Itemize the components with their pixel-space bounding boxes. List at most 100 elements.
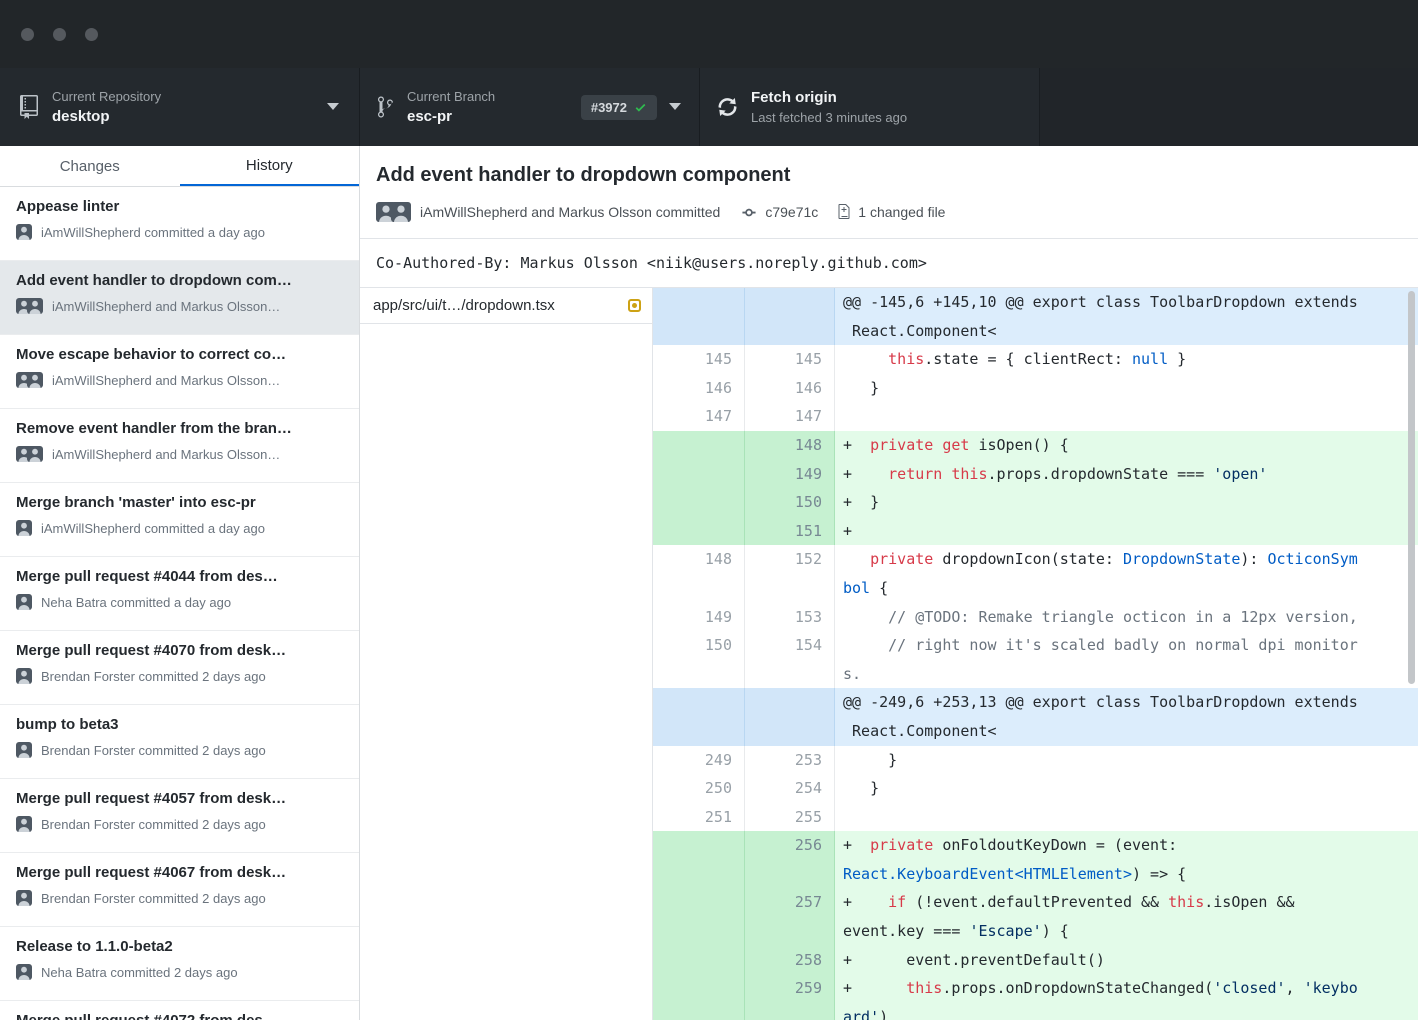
commit-description: Co-Authored-By: Markus Olsson <niik@user… [360,239,1418,288]
commit-list-item[interactable]: Release to 1.1.0-beta2Neha Batra committ… [0,927,359,1001]
old-line-number: 146 [653,374,745,403]
tab-history[interactable]: History [180,146,360,186]
commit-avatars [16,298,43,314]
chevron-down-icon [327,103,339,111]
commit-list-item[interactable]: Merge pull request #4057 from desk…Brend… [0,779,359,853]
code-token: this [1168,893,1204,911]
code-line: + [835,517,1418,546]
diff-line-row: 148+ private get isOpen() { [653,431,1418,460]
commit-title: Remove event handler from the bran… [16,420,343,437]
commit-meta-text: Brendan Forster committed 2 days ago [41,669,266,684]
code-token: React.KeyboardEvent<HTMLElement> [843,865,1132,883]
commit-title: Merge pull request #4044 from des… [16,568,343,585]
old-line-number: 148 [653,545,745,602]
code-line: + this.props.onDropdownStateChanged('clo… [835,974,1418,1020]
commit-list: Appease linteriAmWillShepherd committed … [0,187,359,1020]
commit-list-item[interactable]: Merge branch 'master' into esc-priAmWill… [0,483,359,557]
code-token: if [888,893,906,911]
new-line-number: 259 [745,974,835,1020]
commit-list-item[interactable]: Move escape behavior to correct co…iAmWi… [0,335,359,409]
code-token: + [843,836,870,854]
commit-summary-title: Add event handler to dropdown component [376,162,1402,188]
code-token: this [906,979,942,997]
pull-request-badge[interactable]: #3972 [581,95,657,120]
new-line-number: 256 [745,831,835,888]
avatar [16,224,32,240]
code-token: return [888,465,942,483]
code-token [843,608,888,626]
commit-meta-text: iAmWillShepherd and Markus Olsson… [52,447,280,462]
new-line-number: 149 [745,460,835,489]
code-token [843,636,888,654]
commit-list-item[interactable]: Merge pull request #4072 from des… [0,1001,359,1020]
check-icon [634,101,647,114]
commit-meta-text: Neha Batra committed 2 days ago [41,965,238,980]
commit-byline: iAmWillShepherd and Markus Olsson commit… [420,204,720,220]
code-line [835,402,1418,431]
code-token: } [843,779,879,797]
commit-list-item[interactable]: Remove event handler from the bran… iAmWi… [0,409,359,483]
commit-avatars [16,372,43,388]
scrollbar-thumb[interactable] [1408,291,1415,684]
diff-line-row: 249253 } [653,746,1418,775]
commit-list-item[interactable]: Merge pull request #4070 from desk…Brend… [0,631,359,705]
code-line: + private onFoldoutKeyDown = (event: Rea… [835,831,1418,888]
hunk-header-text: @@ -249,6 +253,13 @@ export class Toolba… [835,688,1418,745]
new-line-number [745,688,835,745]
titlebar [0,0,1418,68]
code-token [843,550,870,568]
changed-file-list: app/src/ui/t…/dropdown.tsx [360,288,653,1020]
commit-avatars [16,742,32,758]
commit-list-item[interactable]: Merge pull request #4044 from des… Neha B… [0,557,359,631]
old-line-number [653,946,745,975]
code-token: .props.dropdownState === [988,465,1214,483]
maximize-window-button[interactable] [85,28,98,41]
changed-files-count: 1 changed file [858,204,945,220]
commit-list-item[interactable]: Merge pull request #4067 from desk…Brend… [0,853,359,927]
old-line-number [653,888,745,945]
code-line: // right now it's scaled badly on normal… [835,631,1418,688]
code-token: } [843,751,897,769]
code-token [843,350,888,368]
code-token: 'closed' [1213,979,1285,997]
tab-changes[interactable]: Changes [0,146,180,186]
commit-sha-group: c79e71c [740,204,818,220]
diff-line-row: 251255 [653,803,1418,832]
chevron-down-icon [669,103,681,111]
commit-avatars [16,668,32,684]
code-token: + } [843,493,879,511]
git-branch-icon [378,95,393,119]
diff-rows: @@ -145,6 +145,10 @@ export class Toolba… [653,288,1418,1020]
commit-title: Appease linter [16,198,343,215]
commit-meta-row: iAmWillShepherd and Markus Olsson commit… [376,202,1402,222]
fetch-origin-button[interactable]: Fetch origin Last fetched 3 minutes ago [700,68,1040,146]
commit-title: bump to beta3 [16,716,343,733]
diff-hunk-row: @@ -249,6 +253,13 @@ export class Toolba… [653,688,1418,745]
code-token: { [870,579,888,597]
minimize-window-button[interactable] [53,28,66,41]
code-token: (!event.defaultPrevented && [906,893,1168,911]
commit-list-item[interactable]: Appease linteriAmWillShepherd committed … [0,187,359,261]
commit-meta-text: Neha Batra committed a day ago [41,595,231,610]
repository-dropdown-button[interactable]: Current Repository desktop [0,68,360,146]
diff-line-row: 151+ [653,517,1418,546]
avatar [16,668,32,684]
code-token: // right now it's scaled badly on normal… [843,636,1358,683]
new-line-number: 151 [745,517,835,546]
avatar [27,372,43,388]
diff-hunk-row: @@ -145,6 +145,10 @@ export class Toolba… [653,288,1418,345]
diff-line-row: 257+ if (!event.defaultPrevented && this… [653,888,1418,945]
commit-list-item[interactable]: bump to beta3Brendan Forster committed 2… [0,705,359,779]
branch-dropdown-button[interactable]: Current Branch esc-pr #3972 [360,68,700,146]
new-line-number [745,288,835,345]
code-token: get [942,436,969,454]
commit-meta-text: Brendan Forster committed 2 days ago [41,891,266,906]
commit-list-item[interactable]: Add event handler to dropdown com…iAmWil… [0,261,359,335]
avatar [16,594,32,610]
close-window-button[interactable] [21,28,34,41]
new-line-number: 257 [745,888,835,945]
toolbar-spacer [1040,68,1418,146]
file-list-item[interactable]: app/src/ui/t…/dropdown.tsx [360,288,652,324]
repo-icon [20,95,38,119]
old-line-number [653,431,745,460]
